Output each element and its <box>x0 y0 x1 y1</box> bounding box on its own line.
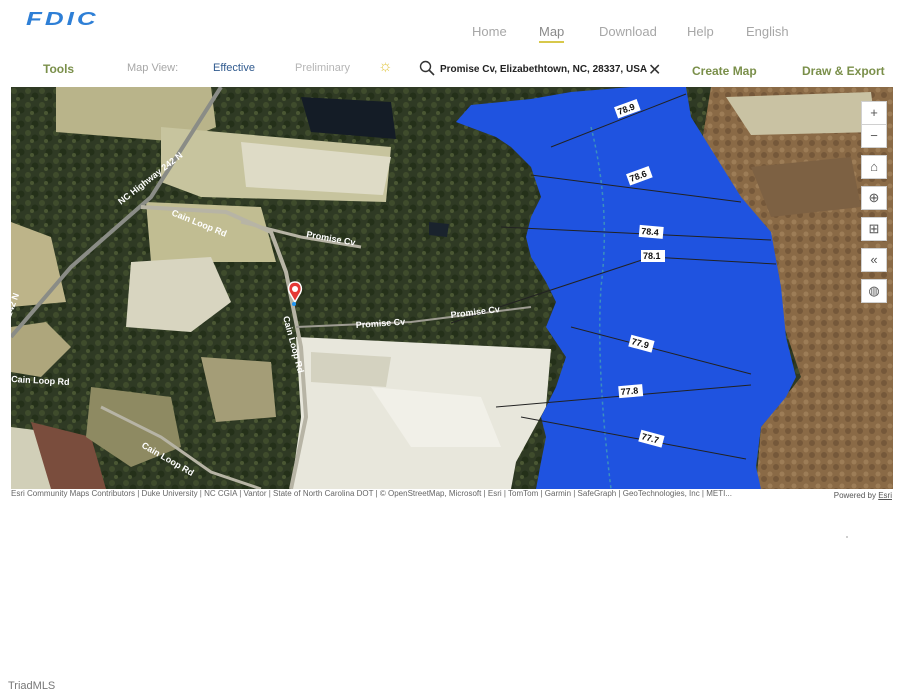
nav-download[interactable]: Download <box>599 24 657 39</box>
sun-icon[interactable]: ☼ <box>378 58 396 76</box>
home-icon[interactable]: ⌂ <box>861 155 887 179</box>
map-view-preliminary[interactable]: Preliminary <box>295 62 350 74</box>
nav-home[interactable]: Home <box>472 24 507 39</box>
zoom-in-button[interactable]: + <box>861 101 887 124</box>
nav-help[interactable]: Help <box>687 24 714 39</box>
contour-label: 78.1 <box>643 251 661 261</box>
watermark: TriadMLS <box>8 680 56 692</box>
powered-by: Powered by Esri <box>834 491 892 500</box>
divider-dot <box>846 536 848 538</box>
top-nav: FDIC Home Map Download Help English <box>0 0 900 56</box>
map-controls: + − ⌂ ⊕ ⊞ « ◍ <box>861 101 887 310</box>
contour-label: 77.8 <box>620 386 638 397</box>
search-icon[interactable] <box>419 60 435 79</box>
map-imagery: Cain Loop Rd Promise Cv NC Highway 242 N… <box>11 87 893 489</box>
esri-link[interactable]: Esri <box>878 491 892 500</box>
zoom-out-button[interactable]: − <box>861 124 887 148</box>
app-logo[interactable]: FDIC <box>26 8 99 30</box>
nav-language[interactable]: English <box>746 24 789 39</box>
search-input[interactable]: Promise Cv, Elizabethtown, NC, 28337, US… <box>440 64 647 75</box>
draw-export-button[interactable]: Draw & Export <box>802 64 885 78</box>
close-icon[interactable]: ✕ <box>648 60 661 80</box>
map-canvas[interactable]: Cain Loop Rd Promise Cv NC Highway 242 N… <box>11 87 893 489</box>
nav-map[interactable]: Map <box>539 24 565 43</box>
basemap-gallery-icon[interactable]: ⊞ <box>861 217 887 241</box>
collapse-icon[interactable]: « <box>861 248 887 272</box>
create-map-button[interactable]: Create Map <box>692 64 757 78</box>
powered-by-label: Powered by <box>833 491 876 500</box>
map-view-label: Map View: <box>127 62 179 74</box>
globe-icon[interactable]: ◍ <box>861 279 887 303</box>
locate-icon[interactable]: ⊕ <box>861 186 887 210</box>
tools-button[interactable]: Tools <box>43 62 74 76</box>
contour-label: 78.4 <box>641 226 659 237</box>
map-view-effective[interactable]: Effective <box>213 62 255 74</box>
map-attribution: Esri Community Maps Contributors | Duke … <box>11 489 732 498</box>
